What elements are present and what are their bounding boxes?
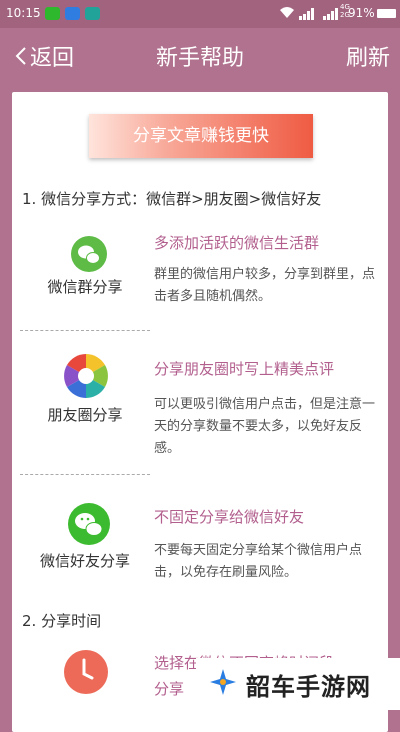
battery-icon <box>377 9 396 18</box>
app-header: 返回 新手帮助 刷新 <box>0 28 400 85</box>
item-name-moments: 朋友圈分享 <box>47 406 123 424</box>
signal-icon-2 <box>323 8 338 20</box>
page-title: 新手帮助 <box>155 46 244 71</box>
wechat-icon <box>65 500 113 548</box>
help-content-card: 分享文章赚钱更快 1. 微信分享方式：微信群>朋友圈>微信好友 微信群分享 多添… <box>12 92 388 732</box>
app-notification-icon <box>85 7 100 20</box>
item-heading-moments: 分享朋友圈时写上精美点评 <box>154 360 335 378</box>
refresh-button[interactable]: 刷新 <box>346 40 390 72</box>
item-desc-wechat-group: 群里的微信用户较多，分享到群里，点击者多且随机偶然。 <box>154 267 376 304</box>
battery-percent: 91% <box>348 6 375 20</box>
item-heading-wechat-group: 多添加活跃的微信生活群 <box>154 234 320 252</box>
wechat-notification-icon <box>45 7 60 20</box>
clock-icon <box>62 648 110 696</box>
section-title-share-time: 2. 分享时间 <box>22 612 102 630</box>
status-bar: 10:15 4G 2G 91% <box>0 0 400 28</box>
divider <box>20 330 150 331</box>
item-name-wechat-friend: 微信好友分享 <box>39 552 130 570</box>
item-heading-share-time-line2: 分享 <box>154 680 185 698</box>
signal-icon <box>299 8 314 20</box>
moments-aperture-icon <box>62 352 110 400</box>
item-heading-wechat-friend: 不固定分享给微信好友 <box>154 508 305 526</box>
item-name-wechat-group: 微信群分享 <box>47 278 123 296</box>
wechat-group-icon <box>65 230 113 278</box>
watermark-text: 韶车手游网 <box>246 672 371 701</box>
message-notification-icon <box>65 7 80 20</box>
site-watermark: 韶车手游网 <box>196 658 400 710</box>
section-title-share-methods: 1. 微信分享方式：微信群>朋友圈>微信好友 <box>22 190 322 208</box>
item-desc-wechat-friend: 不要每天固定分享给某个微信用户点击，以免存在刷量风险。 <box>154 543 363 580</box>
status-time: 10:15 <box>6 6 41 20</box>
snowflake-logo-icon <box>208 667 238 701</box>
share-banner: 分享文章赚钱更快 <box>89 114 313 158</box>
divider <box>20 474 150 475</box>
wifi-icon <box>280 7 294 18</box>
item-desc-moments: 可以更吸引微信用户点击，但是注意一天的分享数量不要太多，以免好友反感。 <box>154 397 376 456</box>
